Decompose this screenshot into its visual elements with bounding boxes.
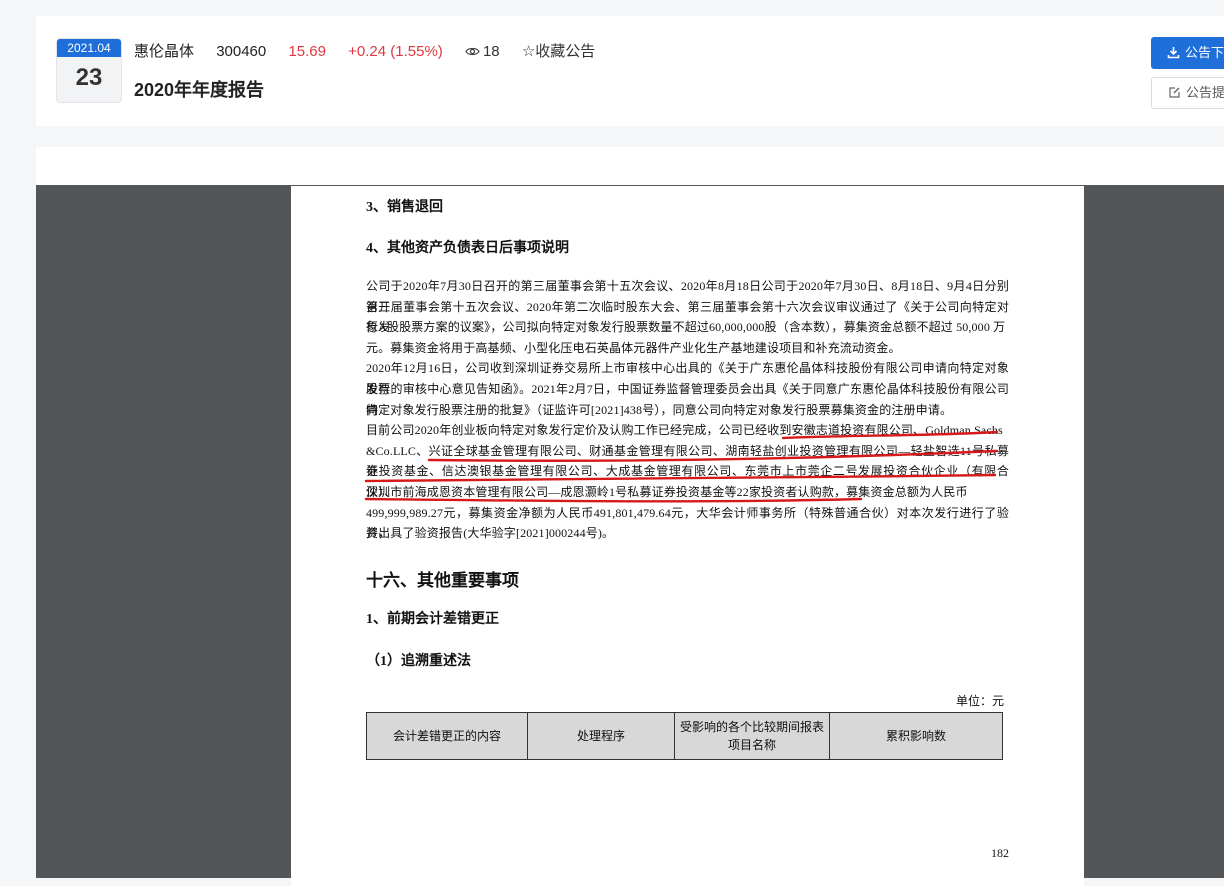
red-underline-stroke — [364, 497, 863, 503]
table-header-cell: 会计差错更正的内容 — [366, 712, 528, 760]
reminder-button[interactable]: 公告提醒 — [1151, 77, 1224, 109]
stock-code: 300460 — [216, 43, 267, 60]
section-16-heading: 十六、其他重要事项 — [366, 571, 519, 590]
reminder-label: 公告提醒 — [1186, 85, 1224, 100]
company-name[interactable]: 惠伦晶体 — [134, 43, 194, 60]
table-header-cell: 处理程序 — [527, 712, 675, 760]
stock-meta: 惠伦晶体 300460 15.69 +0.24 (1.55%) 18 ☆收藏公告 — [134, 40, 613, 61]
announcement-header: 2021.04 23 惠伦晶体 300460 15.69 +0.24 (1.55… — [36, 16, 1224, 126]
red-underline-annotations — [364, 430, 999, 503]
favorite-button[interactable]: ☆收藏公告 — [522, 43, 595, 60]
red-underline-stroke — [781, 430, 999, 440]
error-correction-table: 会计差错更正的内容 处理程序 受影响的各个比较期间报表项目名称 累积影响数 — [366, 712, 1003, 760]
table-header-row: 会计差错更正的内容 处理程序 受影响的各个比较期间报表项目名称 累积影响数 — [366, 712, 1003, 760]
download-label: 公告下载 — [1185, 45, 1224, 60]
view-count: 18 — [465, 43, 504, 60]
retrospective-restatement-heading: （1）追溯重述法 — [366, 654, 471, 669]
eye-icon — [465, 47, 480, 56]
date-badge: 2021.04 23 — [56, 38, 122, 103]
section-16-1-heading: 1、前期会计差错更正 — [366, 612, 499, 627]
unit-label: 单位：元 — [956, 694, 1005, 708]
table-header-cell: 受影响的各个比较期间报表项目名称 — [674, 712, 830, 760]
pdf-page: 3、销售退回 4、其他资产负债表日后事项说明 公司于2020年7月30日召开的第… — [291, 186, 1084, 886]
red-underline-stroke — [364, 473, 997, 483]
text-line: 并出具了验资报告(大华验字[2021]000244号)。 — [366, 526, 615, 541]
stock-price: 15.69 — [288, 43, 326, 60]
price-change: +0.24 (1.55%) — [348, 43, 443, 60]
download-icon — [1167, 47, 1180, 59]
date-year-month: 2021.04 — [57, 39, 121, 57]
view-count-value: 18 — [482, 43, 500, 60]
pdf-viewer[interactable]: 3、销售退回 4、其他资产负债表日后事项说明 公司于2020年7月30日召开的第… — [36, 147, 1224, 886]
red-underline-stroke — [427, 449, 999, 462]
page-number: 182 — [991, 846, 1009, 860]
page-title: 2020年年度报告 — [134, 80, 265, 100]
edit-icon — [1169, 87, 1180, 98]
date-day: 23 — [75, 64, 103, 91]
table-header-cell: 累积影响数 — [829, 712, 1003, 760]
download-button[interactable]: 公告下载 — [1151, 37, 1224, 69]
